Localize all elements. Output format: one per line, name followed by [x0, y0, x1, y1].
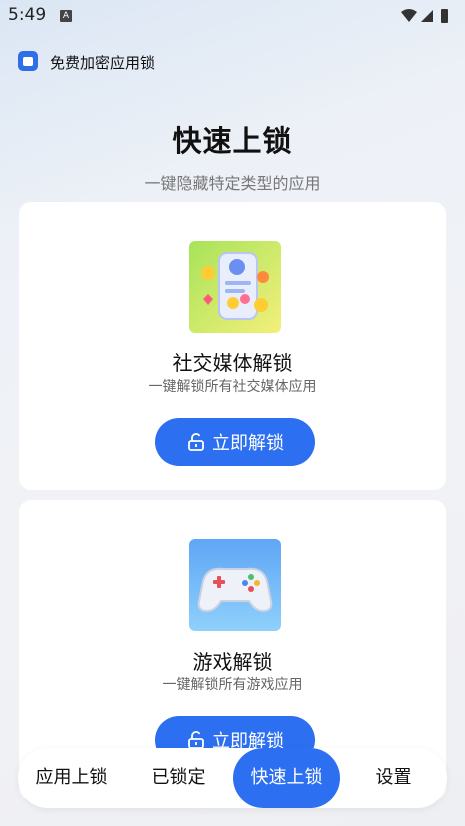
- page-subtitle: 一键隐藏特定类型的应用: [144, 174, 321, 193]
- wifi-icon: [401, 9, 417, 22]
- unlock-social-media-button[interactable]: 立即解锁: [155, 418, 315, 466]
- battery-icon: [441, 9, 448, 23]
- card-title: 游戏解锁: [192, 650, 273, 674]
- social-media-icon: [189, 241, 281, 333]
- bottom-nav: 应用上锁 已锁定 快速上锁 设置: [18, 748, 447, 808]
- app-title: 免费加密应用锁: [50, 54, 156, 72]
- unlock-icon: [188, 731, 204, 749]
- card-description: 一键解锁所有游戏应用: [162, 677, 303, 693]
- app-header: 免费加密应用锁: [0, 48, 465, 78]
- nav-item-quick-lock[interactable]: 快速上锁: [233, 748, 340, 808]
- card-description: 一键解锁所有社交媒体应用: [148, 379, 317, 395]
- notification-badge-icon: A: [60, 10, 72, 22]
- card-title: 社交媒体解锁: [172, 351, 293, 375]
- nav-item-app-lock[interactable]: 应用上锁: [18, 748, 125, 808]
- social-media-card: 社交媒体解锁 一键解锁所有社交媒体应用 立即解锁: [19, 202, 446, 490]
- page-title: 快速上锁: [172, 124, 293, 158]
- gamepad-icon: [189, 539, 281, 631]
- status-time: 5:49: [8, 5, 47, 25]
- nav-item-settings[interactable]: 设置: [340, 748, 447, 808]
- unlock-icon: [188, 433, 204, 451]
- status-bar: 5:49 A: [0, 0, 465, 34]
- app-logo-icon: [18, 51, 38, 71]
- status-icons: [401, 9, 448, 23]
- unlock-button-label: 立即解锁: [212, 433, 284, 454]
- signal-icon: [421, 10, 433, 22]
- nav-item-locked[interactable]: 已锁定: [125, 748, 232, 808]
